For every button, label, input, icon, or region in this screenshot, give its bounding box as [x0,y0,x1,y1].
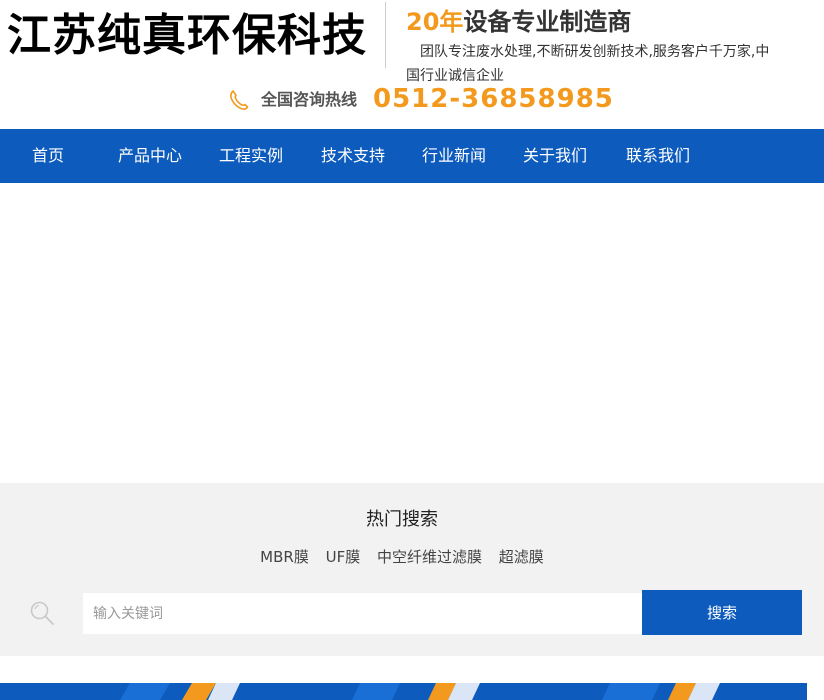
nav-item-home[interactable]: 首页 [32,129,64,183]
hot-search-ultrafiltration[interactable]: 超滤膜 [499,546,544,568]
search-button[interactable]: 搜索 [642,590,802,635]
search-icon [30,601,54,625]
hot-search-title: 热门搜索 [366,509,438,530]
hot-search-uf[interactable]: UF膜 [326,546,361,568]
hotline-label: 全国咨询热线 [261,90,358,109]
phone-icon [230,90,249,110]
banner-area [0,183,824,483]
nav-item-about[interactable]: 关于我们 [523,129,587,183]
slogan-description: 团队专注废水处理,不断研发创新技术,服务客户千万家,中国行业诚信企业 [406,44,770,84]
site-header: 江苏纯真环保科技 20年设备专业制造商 团队专注废水处理,不断研发创新技术,服务… [0,0,824,129]
nav-item-news[interactable]: 行业新闻 [422,129,486,183]
site-logo[interactable]: 江苏纯真环保科技 [7,8,367,64]
slogan-rest: 设备专业制造商 [463,8,632,36]
hot-search-hollow-fiber[interactable]: 中空纤维过滤膜 [377,546,482,568]
search-input[interactable] [83,593,642,634]
slogan-title: 20年设备专业制造商 [406,6,631,38]
nav-item-contact[interactable]: 联系我们 [626,129,690,183]
nav-item-products[interactable]: 产品中心 [118,129,182,183]
main-nav: 首页 产品中心 工程实例 技术支持 行业新闻 关于我们 联系我们 [0,129,824,183]
nav-item-cases[interactable]: 工程实例 [219,129,283,183]
hotline-number: 0512-36858985 [373,84,614,114]
banner-decoration [120,683,720,700]
nav-item-support[interactable]: 技术支持 [321,129,385,183]
search-section: 热门搜索 MBR膜 UF膜 中空纤维过滤膜 超滤膜 搜索 [0,483,824,656]
slogan-highlight: 20年 [406,8,464,36]
hot-search-list: MBR膜 UF膜 中空纤维过滤膜 超滤膜 [0,546,804,568]
header-divider [385,2,386,68]
hot-search-mbr[interactable]: MBR膜 [260,546,309,568]
bottom-banner-strip [0,683,807,700]
